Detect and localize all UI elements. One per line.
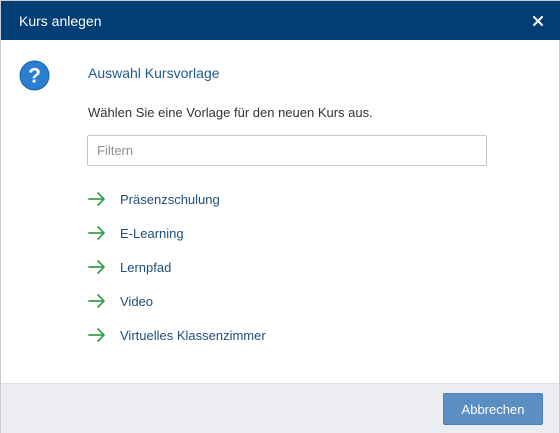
template-option-e-learning[interactable]: E-Learning xyxy=(88,216,266,250)
template-option-label: Virtuelles Klassenzimmer xyxy=(120,327,266,343)
filter-input[interactable] xyxy=(87,135,487,166)
template-option-lernpfad[interactable]: Lernpfad xyxy=(88,250,266,284)
dialog-titlebar: Kurs anlegen xyxy=(1,1,560,40)
svg-text:?: ? xyxy=(28,65,41,88)
question-mark-icon: ? xyxy=(19,60,50,91)
dialog-content: ? Auswahl Kursvorlage Wählen Sie eine Vo… xyxy=(1,40,560,383)
instruction-text: Wählen Sie eine Vorlage für den neuen Ku… xyxy=(88,105,373,120)
template-options-list: Präsenzschulung E-Learning Lernpfad Vide… xyxy=(88,182,266,352)
template-option-label: Präsenzschulung xyxy=(120,191,220,207)
template-option-video[interactable]: Video xyxy=(88,284,266,318)
section-heading: Auswahl Kursvorlage xyxy=(88,65,220,81)
template-option-label: E-Learning xyxy=(120,225,184,241)
arrow-right-icon xyxy=(88,192,108,206)
arrow-right-icon xyxy=(88,226,108,240)
arrow-right-icon xyxy=(88,294,108,308)
dialog-title: Kurs anlegen xyxy=(19,12,102,29)
cancel-button[interactable]: Abbrechen xyxy=(443,393,543,425)
close-icon[interactable] xyxy=(529,12,547,30)
template-option-label: Video xyxy=(120,293,154,309)
template-option-virtuelles-klassenzimmer[interactable]: Virtuelles Klassenzimmer xyxy=(88,318,266,352)
create-course-dialog: Kurs anlegen ? Auswahl Kursvorlage Wähle… xyxy=(0,0,560,433)
arrow-right-icon xyxy=(88,328,108,342)
template-option-praesenzschulung[interactable]: Präsenzschulung xyxy=(88,182,266,216)
template-option-label: Lernpfad xyxy=(120,259,172,275)
arrow-right-icon xyxy=(88,260,108,274)
dialog-footer: Abbrechen xyxy=(1,383,559,433)
